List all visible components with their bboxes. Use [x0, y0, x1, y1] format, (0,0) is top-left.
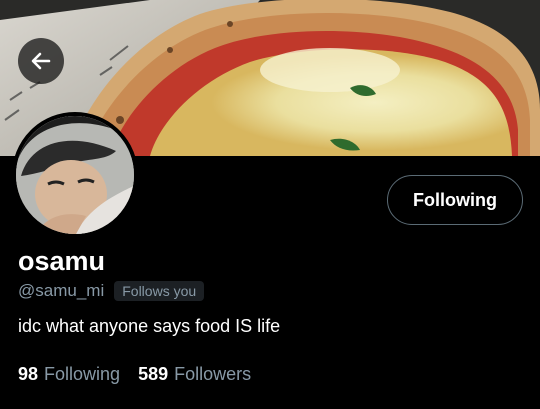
- profile-stats: 98 Following 589 Followers: [18, 364, 251, 385]
- profile-bio: idc what anyone says food IS life: [18, 316, 281, 336]
- avatar-photo: [16, 116, 134, 234]
- profile-handle: @samu_mi: [18, 281, 105, 300]
- followers-count: 589: [138, 364, 169, 384]
- profile-avatar[interactable]: [12, 112, 138, 238]
- following-count: 98: [18, 364, 39, 384]
- profile-display-name: osamu: [18, 246, 106, 276]
- followers-count-link[interactable]: 589 Followers: [138, 364, 251, 385]
- back-button[interactable]: [18, 38, 64, 84]
- handle-row: @samu_mi Follows you: [18, 281, 205, 301]
- following-count-link[interactable]: 98 Following: [18, 364, 120, 385]
- following-button[interactable]: Following: [387, 175, 523, 225]
- followers-label: Followers: [174, 364, 252, 384]
- following-label: Following: [44, 364, 121, 384]
- following-button-label: Following: [413, 189, 497, 210]
- follows-you-badge: Follows you: [114, 281, 205, 301]
- arrow-left-icon: [31, 52, 51, 70]
